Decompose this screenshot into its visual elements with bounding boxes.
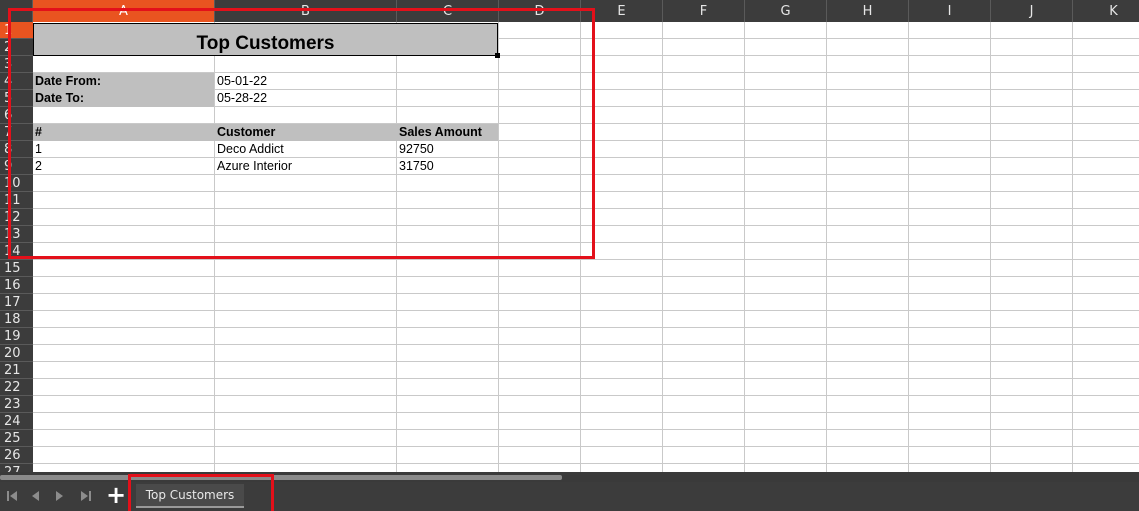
- row-header-16[interactable]: 16: [0, 277, 33, 294]
- grid-line: [33, 259, 1139, 260]
- column-header-k[interactable]: K: [1073, 0, 1139, 22]
- table-cell-rank[interactable]: 1: [33, 141, 214, 158]
- fill-handle[interactable]: [495, 53, 500, 58]
- add-sheet-button[interactable]: +: [105, 481, 127, 509]
- row-header-1[interactable]: 1: [0, 22, 33, 39]
- grid-line: [33, 225, 1139, 226]
- table-header-rank[interactable]: #: [33, 124, 215, 141]
- row-header-6[interactable]: 6: [0, 107, 33, 124]
- date-to-label[interactable]: Date To:: [33, 90, 214, 107]
- row-header-17[interactable]: 17: [0, 294, 33, 311]
- row-header-5[interactable]: 5: [0, 90, 33, 107]
- table-cell-sales-amount[interactable]: 31750: [397, 158, 498, 175]
- table-header-sales-amount[interactable]: Sales Amount: [397, 124, 498, 141]
- column-header-g[interactable]: G: [745, 0, 827, 22]
- column-header-h[interactable]: H: [827, 0, 909, 22]
- grid-line: [33, 310, 1139, 311]
- row-header-2[interactable]: 2: [0, 39, 33, 56]
- date-to-value[interactable]: 05-28-22: [215, 90, 396, 107]
- prev-sheet-icon[interactable]: [26, 487, 44, 505]
- column-header-e[interactable]: E: [581, 0, 663, 22]
- table-cell-rank[interactable]: 2: [33, 158, 214, 175]
- column-header-j[interactable]: J: [991, 0, 1073, 22]
- column-header-d[interactable]: D: [499, 0, 581, 22]
- table-cell-customer[interactable]: Deco Addict: [215, 141, 396, 158]
- row-header-12[interactable]: 12: [0, 209, 33, 226]
- table-header-customer[interactable]: Customer: [215, 124, 397, 141]
- column-header-f[interactable]: F: [663, 0, 745, 22]
- grid-line: [33, 412, 1139, 413]
- grid-line: [33, 378, 1139, 379]
- column-header-c[interactable]: C: [397, 0, 499, 22]
- row-header-19[interactable]: 19: [0, 328, 33, 345]
- row-header-27[interactable]: 27: [0, 464, 33, 472]
- horizontal-scrollbar-thumb[interactable]: [0, 475, 562, 480]
- spreadsheet-grid[interactable]: A B C D E F G H I J K 1 2 3 4 5 6 7 8 9 …: [0, 0, 1139, 472]
- next-sheet-icon[interactable]: [51, 487, 69, 505]
- row-header-24[interactable]: 24: [0, 413, 33, 430]
- grid-line: [33, 276, 1139, 277]
- row-header-18[interactable]: 18: [0, 311, 33, 328]
- table-cell-sales-amount[interactable]: 92750: [397, 141, 498, 158]
- row-header-9[interactable]: 9: [0, 158, 33, 175]
- row-header-22[interactable]: 22: [0, 379, 33, 396]
- row-header-26[interactable]: 26: [0, 447, 33, 464]
- row-header-23[interactable]: 23: [0, 396, 33, 413]
- grid-line: [33, 361, 1139, 362]
- row-header-21[interactable]: 21: [0, 362, 33, 379]
- plus-icon: +: [105, 481, 127, 509]
- grid-line: [33, 463, 1139, 464]
- grid-line: [33, 344, 1139, 345]
- sheet-tab-top-customers[interactable]: Top Customers: [136, 484, 244, 508]
- row-header-13[interactable]: 13: [0, 226, 33, 243]
- column-header-i[interactable]: I: [909, 0, 991, 22]
- grid-line: [33, 242, 1139, 243]
- row-header-3[interactable]: 3: [0, 56, 33, 73]
- last-sheet-icon[interactable]: [77, 487, 95, 505]
- row-header-8[interactable]: 8: [0, 141, 33, 158]
- row-header-15[interactable]: 15: [0, 260, 33, 277]
- select-all-corner[interactable]: [0, 0, 33, 22]
- grid-line: [33, 395, 1139, 396]
- row-header-20[interactable]: 20: [0, 345, 33, 362]
- date-from-label[interactable]: Date From:: [33, 73, 214, 90]
- row-header-10[interactable]: 10: [0, 175, 33, 192]
- grid-line: [33, 191, 1139, 192]
- grid-line: [33, 293, 1139, 294]
- row-header-25[interactable]: 25: [0, 430, 33, 447]
- grid-line: [33, 446, 1139, 447]
- grid-line: [33, 327, 1139, 328]
- grid-line: [33, 208, 1139, 209]
- table-cell-customer[interactable]: Azure Interior: [215, 158, 396, 175]
- column-header-b[interactable]: B: [215, 0, 397, 22]
- grid-line: [33, 429, 1139, 430]
- row-header-14[interactable]: 14: [0, 243, 33, 260]
- report-title-cell[interactable]: Top Customers: [33, 23, 498, 56]
- first-sheet-icon[interactable]: [3, 487, 21, 505]
- date-from-value[interactable]: 05-01-22: [215, 73, 396, 90]
- row-header-11[interactable]: 11: [0, 192, 33, 209]
- row-header-4[interactable]: 4: [0, 73, 33, 90]
- column-header-a[interactable]: A: [33, 0, 215, 22]
- row-header-7[interactable]: 7: [0, 124, 33, 141]
